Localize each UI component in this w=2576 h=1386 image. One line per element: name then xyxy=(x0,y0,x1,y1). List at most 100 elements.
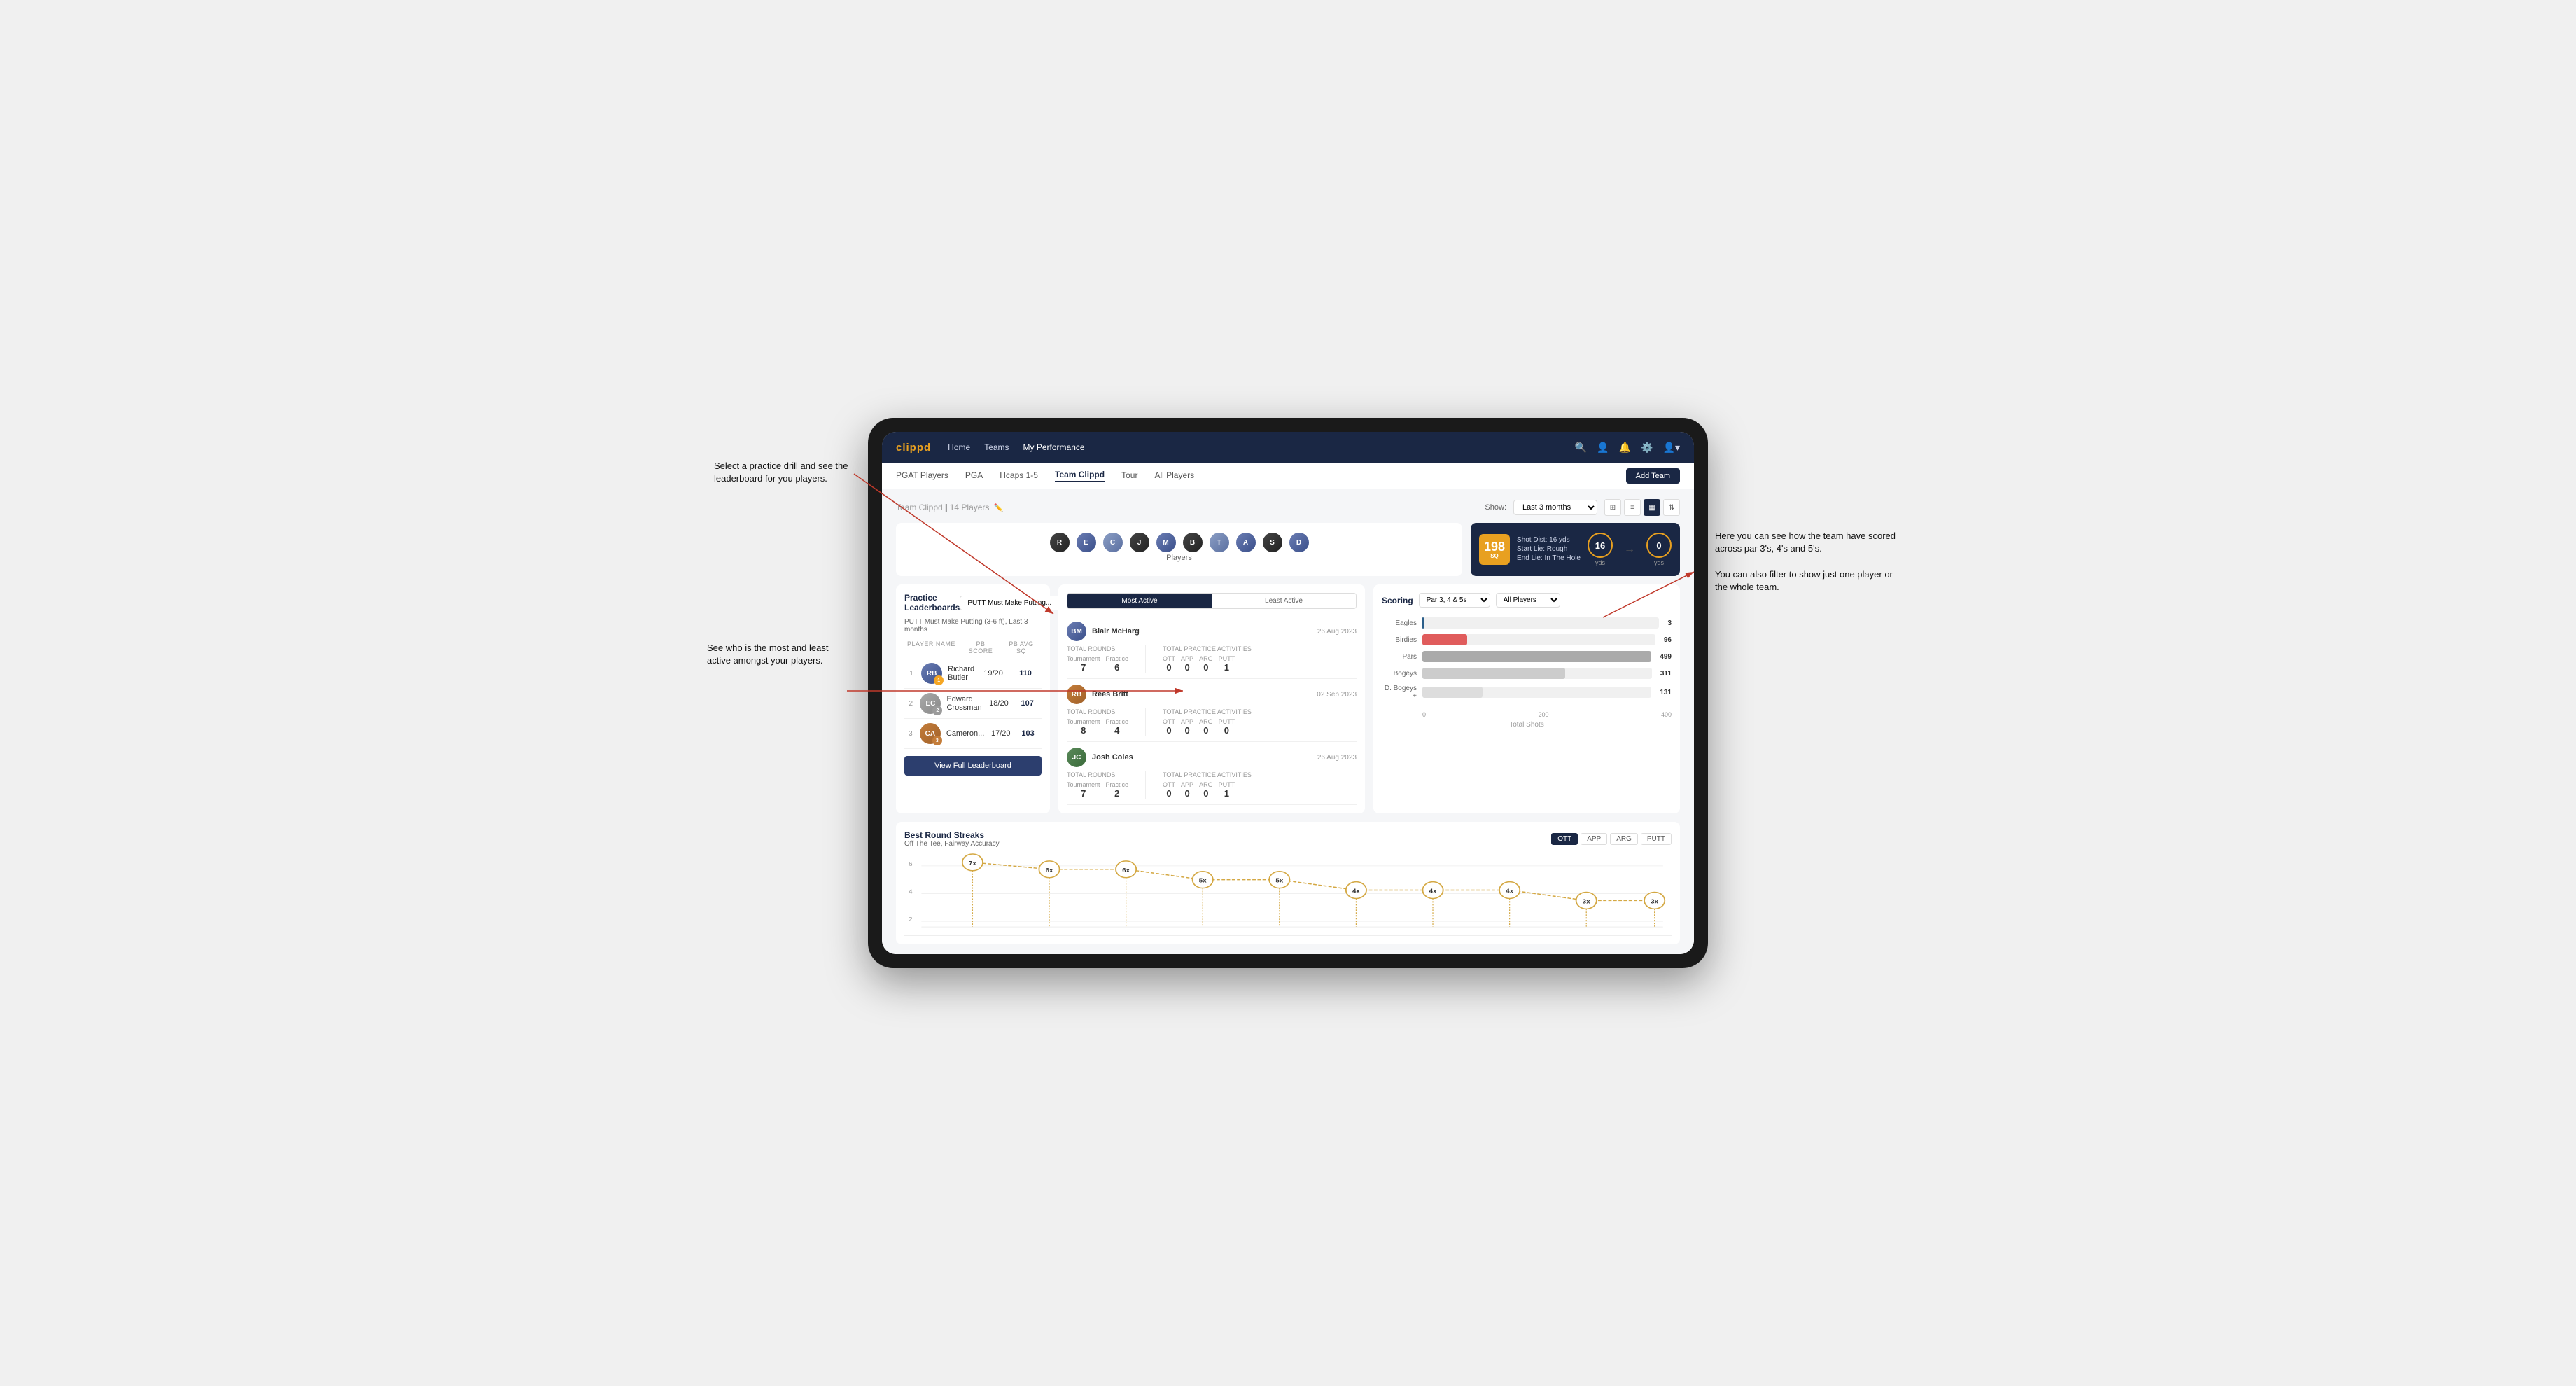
total-rounds-group-3: Total Rounds Tournament 7 Practice xyxy=(1067,771,1128,799)
avatar-7[interactable]: T xyxy=(1208,531,1231,554)
bar-value-birdies: 96 xyxy=(1664,636,1672,644)
search-icon[interactable]: 🔍 xyxy=(1575,442,1587,454)
most-active-tab[interactable]: Most Active xyxy=(1068,594,1212,608)
avatar-2[interactable]: E xyxy=(1075,531,1098,554)
divider-2 xyxy=(1145,708,1146,736)
avatar-icon[interactable]: 👤▾ xyxy=(1663,442,1680,454)
players-card: R E C J M B T A S D Players xyxy=(896,523,1462,576)
shot-dist: Shot Dist: 16 yds xyxy=(1517,536,1581,544)
axis-400: 400 xyxy=(1661,711,1672,718)
practice-activities-group-1: Total Practice Activities OTT 0 APP xyxy=(1163,645,1252,673)
bar-fill-bogeys xyxy=(1422,668,1565,679)
badge-bronze-3: 3 xyxy=(932,736,942,746)
practice-activities-group-3: Total Practice Activities OTT 0 APP xyxy=(1163,771,1252,799)
total-shots-label: Total Shots xyxy=(1382,721,1672,729)
rank-2: 2 xyxy=(907,700,914,708)
bar-label-bogeys: Bogeys xyxy=(1382,670,1417,678)
lb-avatar-2: EC 2 xyxy=(920,693,941,714)
practice-activities-row-3: OTT 0 APP 0 ARG xyxy=(1163,781,1252,799)
nav-teams[interactable]: Teams xyxy=(984,442,1009,452)
filter-arg[interactable]: ARG xyxy=(1610,833,1638,845)
svg-text:4: 4 xyxy=(909,888,912,895)
sub-nav-all-players[interactable]: All Players xyxy=(1154,470,1194,482)
top-nav: clippd Home Teams My Performance 🔍 👤 🔔 ⚙… xyxy=(882,432,1694,463)
nav-my-performance[interactable]: My Performance xyxy=(1023,442,1085,452)
shot-left-label: yds xyxy=(1595,559,1605,566)
filter-buttons: OTT APP ARG PUTT xyxy=(1551,833,1672,845)
sub-nav-pga[interactable]: PGA xyxy=(965,470,983,482)
filter-putt[interactable]: PUTT xyxy=(1641,833,1672,845)
table-row: 3 CA 3 Cameron... 17/20 103 xyxy=(904,719,1042,749)
sub-nav-team-clippd[interactable]: Team Clippd xyxy=(1055,470,1105,482)
avatar-5[interactable]: M xyxy=(1155,531,1177,554)
shot-dot-right: 0 yds xyxy=(1646,533,1672,566)
edit-icon[interactable]: ✏️ xyxy=(993,503,1003,512)
filter-app[interactable]: APP xyxy=(1581,833,1607,845)
person-icon[interactable]: 👤 xyxy=(1597,442,1609,454)
shot-right-label: yds xyxy=(1654,559,1664,566)
view-grid-icon[interactable]: ⊞ xyxy=(1604,499,1621,516)
badge-silver-2: 2 xyxy=(932,706,942,715)
svg-text:3x: 3x xyxy=(1583,898,1590,904)
least-active-tab[interactable]: Least Active xyxy=(1212,594,1356,608)
leaderboard-header: Practice Leaderboards PUTT Must Make Put… xyxy=(904,593,1042,612)
arg-stat-1: ARG 0 xyxy=(1199,655,1213,673)
view-list-icon[interactable]: ≡ xyxy=(1624,499,1641,516)
divider-3 xyxy=(1145,771,1146,799)
nav-home[interactable]: Home xyxy=(948,442,970,452)
settings-icon[interactable]: ⚙️ xyxy=(1641,442,1653,454)
avatar-6[interactable]: B xyxy=(1182,531,1204,554)
pa-name-3: Josh Coles xyxy=(1092,753,1312,762)
app-stat-3: APP 0 xyxy=(1181,781,1194,799)
add-team-button[interactable]: Add Team xyxy=(1626,468,1680,484)
leaderboard-card: Practice Leaderboards PUTT Must Make Put… xyxy=(896,584,1050,813)
leaderboard-title: Practice Leaderboards xyxy=(904,593,960,612)
putt-stat-1: PUTT 1 xyxy=(1219,655,1236,673)
shot-connector: → xyxy=(1624,543,1635,556)
activity-card: Most Active Least Active BM Blair McHarg… xyxy=(1058,584,1365,813)
bar-track-eagles xyxy=(1422,617,1659,629)
toggle-row: Most Active Least Active xyxy=(1067,593,1357,609)
show-label: Show: xyxy=(1485,503,1506,512)
nav-items: Home Teams My Performance xyxy=(948,442,1558,452)
lb-sq-3: 103 xyxy=(1017,729,1039,738)
bar-label-eagles: Eagles xyxy=(1382,620,1417,627)
sub-nav-tour[interactable]: Tour xyxy=(1121,470,1138,482)
bar-value-bogeys: 311 xyxy=(1660,670,1672,678)
practice-activities-group-2: Total Practice Activities OTT 0 APP xyxy=(1163,708,1252,736)
bar-track-dbogeys xyxy=(1422,687,1651,698)
avatar-4[interactable]: J xyxy=(1128,531,1151,554)
avatar-1[interactable]: R xyxy=(1049,531,1071,554)
par-filter[interactable]: Par 3, 4 & 5s xyxy=(1419,593,1490,608)
practice-stat-1: Practice 6 xyxy=(1106,655,1129,673)
lb-col-score: PB SCORE xyxy=(963,640,998,654)
view-full-leaderboard-button[interactable]: View Full Leaderboard xyxy=(904,756,1042,776)
shot-end-lie: End Lie: In The Hole xyxy=(1517,554,1581,562)
avatar-3[interactable]: C xyxy=(1102,531,1124,554)
filter-ott[interactable]: OTT xyxy=(1551,833,1578,845)
tablet-screen: clippd Home Teams My Performance 🔍 👤 🔔 ⚙… xyxy=(882,432,1694,954)
avatar-10[interactable]: D xyxy=(1288,531,1310,554)
putt-stat-3: PUTT 1 xyxy=(1219,781,1236,799)
view-sort-icon[interactable]: ⇅ xyxy=(1663,499,1680,516)
shot-dot-left: 16 yds xyxy=(1588,533,1613,566)
sub-nav-pgat[interactable]: PGAT Players xyxy=(896,470,948,482)
bell-icon[interactable]: 🔔 xyxy=(1619,442,1631,454)
player-filter[interactable]: All Players xyxy=(1496,593,1560,608)
practice-stat-3: Practice 2 xyxy=(1106,781,1129,799)
avatar-8[interactable]: A xyxy=(1235,531,1257,554)
view-card-icon[interactable]: ▦ xyxy=(1644,499,1660,516)
pa-header-1: BM Blair McHarg 26 Aug 2023 xyxy=(1067,622,1357,641)
main-content: Team Clippd | 14 Players ✏️ Show: Last 3… xyxy=(882,489,1694,954)
best-round-streaks-section: Best Round Streaks Off The Tee, Fairway … xyxy=(896,822,1680,944)
avatar-9[interactable]: S xyxy=(1261,531,1284,554)
bottom-title: Best Round Streaks xyxy=(904,830,1000,840)
sub-nav-hcaps[interactable]: Hcaps 1-5 xyxy=(1000,470,1038,482)
lb-score-3: 17/20 xyxy=(990,729,1011,738)
practice-activities-label-3: Total Practice Activities xyxy=(1163,771,1252,778)
lb-col-sq: PB AVG SQ xyxy=(1004,640,1039,654)
sub-nav: PGAT Players PGA Hcaps 1-5 Team Clippd T… xyxy=(882,463,1694,489)
team-controls: Show: Last 3 months Last 6 months Last y… xyxy=(1485,499,1680,516)
bar-track-pars xyxy=(1422,651,1651,662)
show-select[interactable]: Last 3 months Last 6 months Last year xyxy=(1513,500,1597,515)
